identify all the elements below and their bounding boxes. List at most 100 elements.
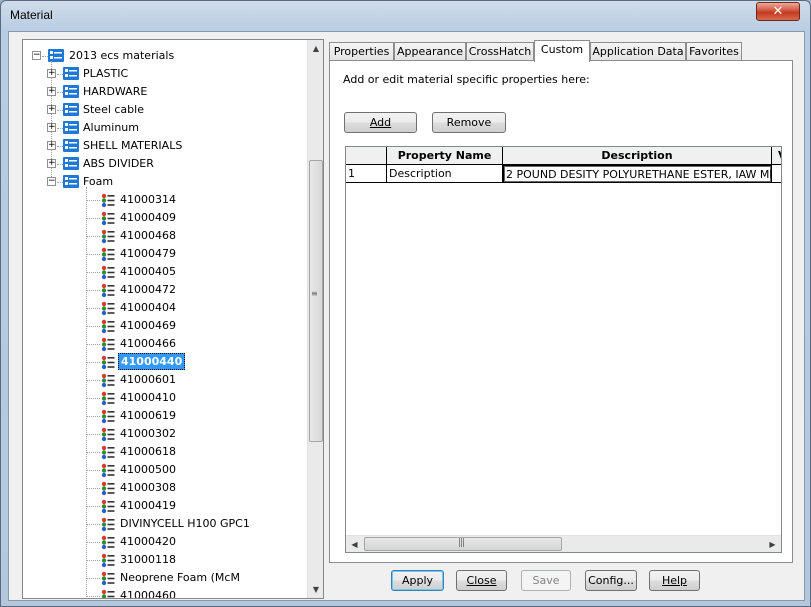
tree-library-item[interactable]: − Foam (23, 173, 307, 191)
material-icon (101, 535, 115, 550)
material-icon (101, 193, 115, 208)
tree-library-item[interactable]: + Aluminum (23, 119, 307, 137)
scroll-up-arrow-icon[interactable]: ▲ (308, 40, 323, 57)
tree-material-label: 41000500 (120, 463, 176, 476)
expand-icon[interactable]: + (47, 87, 56, 96)
tree-material-item[interactable]: 41000601 (23, 371, 307, 389)
tab-application-data[interactable]: Application Data (590, 42, 686, 61)
tree-material-label: 41000410 (120, 391, 176, 404)
material-icon (101, 553, 115, 568)
remove-button-label: Remove (446, 116, 492, 129)
row-number-cell: 1 (346, 165, 387, 183)
grid-header-property-name[interactable]: Property Name (387, 147, 503, 165)
close-window-button[interactable]: ✕ (756, 2, 800, 21)
tree-material-item[interactable]: 41000308 (23, 479, 307, 497)
tree-material-item[interactable]: 41000479 (23, 245, 307, 263)
material-icon (101, 589, 115, 598)
tree-material-item[interactable]: 41000314 (23, 191, 307, 209)
grid-horizontal-scrollbar[interactable]: ◀ ||| ▶ (346, 535, 781, 552)
material-icon (101, 427, 115, 442)
window-title: Material (10, 8, 53, 22)
tree-material-item[interactable]: 41000409 (23, 209, 307, 227)
tree-library-item[interactable]: + SHELL MATERIALS (23, 137, 307, 155)
material-icon (101, 265, 115, 280)
tree-material-item[interactable]: 41000440 (23, 353, 307, 371)
tree-material-label: 41000404 (120, 301, 176, 314)
tree-material-item[interactable]: 41000419 (23, 497, 307, 515)
tree-library-label: Aluminum (83, 121, 139, 134)
remove-button[interactable]: Remove (432, 112, 506, 133)
expand-icon[interactable]: + (47, 123, 56, 132)
tab-appearance[interactable]: Appearance (394, 42, 466, 61)
tree-material-item[interactable]: 41000420 (23, 533, 307, 551)
material-library-icon (63, 139, 79, 152)
hscroll-grip-icon: ||| (458, 538, 465, 548)
tree-library-item[interactable]: + HARDWARE (23, 83, 307, 101)
expand-icon[interactable]: + (47, 141, 56, 150)
tree-material-item[interactable]: DIVINYCELL H100 GPC1 (23, 515, 307, 533)
tree-material-item[interactable]: 41000468 (23, 227, 307, 245)
tree-connector (87, 416, 100, 417)
scroll-left-arrow-icon[interactable]: ◀ (346, 536, 363, 552)
config-button[interactable]: Config... (585, 570, 637, 591)
description-cell-editor[interactable]: 2 POUND DESITY POLYURETHANE ESTER, IAW M… (503, 165, 772, 183)
tree-material-item[interactable]: 41000466 (23, 335, 307, 353)
tree-material-item[interactable]: 41000460 (23, 587, 307, 598)
expand-icon[interactable]: + (47, 159, 56, 168)
tree-root-item[interactable]: − 2013 ecs materials (23, 47, 307, 65)
tree-material-item[interactable]: 41000404 (23, 299, 307, 317)
scroll-down-arrow-icon[interactable]: ▼ (308, 581, 323, 598)
tree-connector (87, 434, 100, 435)
tree-material-item[interactable]: 41000405 (23, 263, 307, 281)
collapse-icon[interactable]: − (47, 177, 56, 186)
tree-library-item[interactable]: + PLASTIC (23, 65, 307, 83)
tree-material-label: 41000469 (120, 319, 176, 332)
tree-library-item[interactable]: + ABS DIVIDER (23, 155, 307, 173)
tab-custom[interactable]: Custom (534, 40, 590, 62)
expand-icon[interactable]: + (47, 105, 56, 114)
apply-button-label: Apply (401, 574, 434, 587)
grid-header-description[interactable]: Description (503, 147, 772, 165)
value-cell[interactable] (772, 165, 781, 183)
material-icon (101, 229, 115, 244)
tree-library-item[interactable]: + Steel cable (23, 101, 307, 119)
save-button[interactable]: Save (521, 570, 571, 591)
tree-connector (87, 344, 100, 345)
add-button-label: Add (369, 116, 392, 129)
tree-vertical-scrollbar[interactable]: ▲ ≡ ▼ (307, 40, 323, 598)
apply-button[interactable]: Apply (391, 570, 444, 591)
title-bar[interactable]: Material ✕ (1, 1, 810, 31)
material-icon (101, 283, 115, 298)
tree-scroll-thumb[interactable] (309, 160, 323, 442)
help-button[interactable]: Help (649, 570, 700, 591)
close-button-label: Close (466, 574, 497, 587)
tree-material-item[interactable]: 31000118 (23, 551, 307, 569)
tab-favorites[interactable]: Favorites (686, 42, 742, 61)
grid-header-value[interactable]: V (772, 147, 781, 165)
scroll-right-arrow-icon[interactable]: ▶ (764, 536, 781, 552)
tree-connector (87, 578, 100, 579)
tree-selected-label: 41000440 (118, 353, 186, 370)
tree-material-item[interactable]: Neoprene Foam (McM (23, 569, 307, 587)
tree-connector (87, 272, 100, 273)
tree-connector (87, 200, 100, 201)
collapse-icon[interactable]: − (32, 51, 41, 60)
tree-library-label: Steel cable (83, 103, 144, 116)
tree-material-item[interactable]: 41000500 (23, 461, 307, 479)
tree-material-item[interactable]: 41000469 (23, 317, 307, 335)
material-dialog: Material ✕ − 2013 ecs materials + PLASTIC + H… (0, 0, 811, 607)
expand-icon[interactable]: + (47, 69, 56, 78)
tree-material-item[interactable]: 41000302 (23, 425, 307, 443)
tree-material-item[interactable]: 41000472 (23, 281, 307, 299)
tab-properties[interactable]: Properties (329, 42, 394, 61)
tree-connector (87, 326, 100, 327)
add-button[interactable]: Add (344, 112, 417, 133)
close-button[interactable]: Close (456, 570, 507, 591)
tree-material-item[interactable]: 41000618 (23, 443, 307, 461)
tree-material-item[interactable]: 41000619 (23, 407, 307, 425)
tree-material-item[interactable]: 41000410 (23, 389, 307, 407)
property-name-cell[interactable]: Description (387, 165, 503, 183)
instruction-text: Add or edit material specific properties… (343, 73, 590, 86)
tree-material-label: 41000618 (120, 445, 176, 458)
tab-crosshatch[interactable]: CrossHatch (466, 42, 534, 61)
